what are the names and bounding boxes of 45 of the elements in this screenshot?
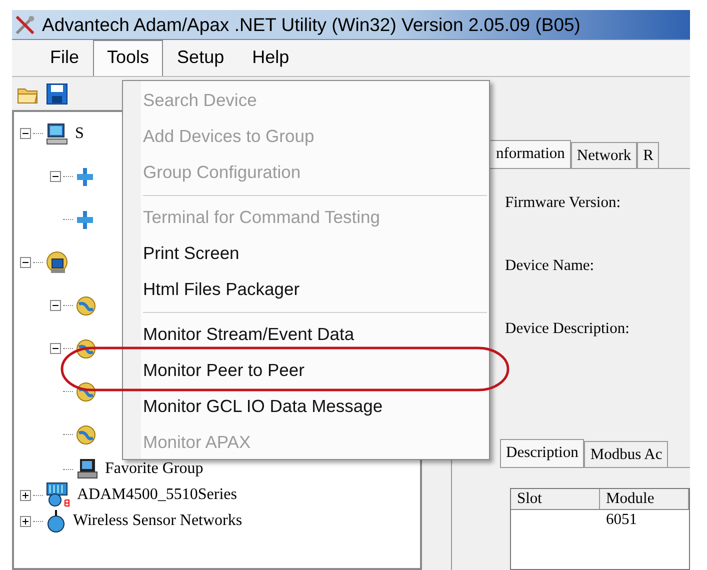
globe-icon bbox=[75, 294, 97, 316]
globe-icon bbox=[75, 338, 97, 360]
menu-item[interactable]: Tools bbox=[93, 40, 164, 76]
expander-icon[interactable] bbox=[20, 516, 31, 526]
network-icon bbox=[75, 208, 95, 230]
tree-item[interactable]: Wireless Sensor Networks bbox=[73, 512, 242, 530]
field-label: Device Name: bbox=[505, 257, 596, 275]
menu-item[interactable]: File bbox=[36, 40, 94, 76]
network-icon bbox=[75, 166, 95, 188]
expander-icon[interactable] bbox=[50, 343, 61, 354]
menu-item[interactable]: Print Screen bbox=[123, 236, 489, 272]
menu-item[interactable]: Monitor GCL IO Data Message bbox=[123, 389, 489, 425]
globe-icon bbox=[75, 380, 97, 402]
field-label: Device Description: bbox=[505, 320, 630, 338]
globe-computer-icon bbox=[45, 250, 69, 274]
window-title: Advantech Adam/Apax .NET Utility (Win32) Version 2.05.09 (B05) bbox=[42, 14, 580, 36]
tab[interactable]: Network bbox=[570, 142, 638, 168]
menu-item[interactable]: Help bbox=[238, 40, 304, 76]
field-label: Firmware Version: bbox=[505, 194, 622, 212]
column-header[interactable]: Slot bbox=[511, 489, 600, 509]
module-icon bbox=[45, 482, 71, 508]
column-header[interactable]: Module bbox=[600, 489, 689, 509]
table-cell: 6051 bbox=[606, 511, 637, 528]
computer-icon bbox=[45, 122, 69, 146]
expander-icon[interactable] bbox=[50, 171, 61, 182]
computer-icon bbox=[75, 457, 99, 481]
expander-icon[interactable] bbox=[20, 490, 31, 500]
expander-icon[interactable] bbox=[20, 128, 31, 139]
menu-item[interactable]: Monitor Stream/Event Data bbox=[123, 317, 489, 353]
expander-icon[interactable] bbox=[20, 257, 31, 268]
globe-icon bbox=[75, 424, 97, 446]
tools-icon bbox=[14, 14, 36, 36]
expander-icon[interactable] bbox=[50, 300, 61, 311]
menu-item[interactable]: Monitor Peer to Peer bbox=[123, 353, 489, 389]
sensor-icon bbox=[45, 509, 67, 533]
tree-item[interactable]: S bbox=[75, 124, 84, 142]
save-icon[interactable] bbox=[46, 82, 68, 105]
tab[interactable]: Modbus Ac bbox=[584, 441, 668, 467]
tree-item[interactable]: ADAM4500_5510Series bbox=[77, 486, 237, 504]
menu-item[interactable]: Html Files Packager bbox=[123, 272, 489, 308]
tab[interactable]: nformation bbox=[490, 140, 571, 168]
tab[interactable]: Description bbox=[500, 439, 584, 467]
menu-item[interactable]: Setup bbox=[163, 40, 238, 76]
tab[interactable]: R bbox=[637, 142, 660, 168]
tree-item[interactable]: Favorite Group bbox=[105, 460, 204, 478]
